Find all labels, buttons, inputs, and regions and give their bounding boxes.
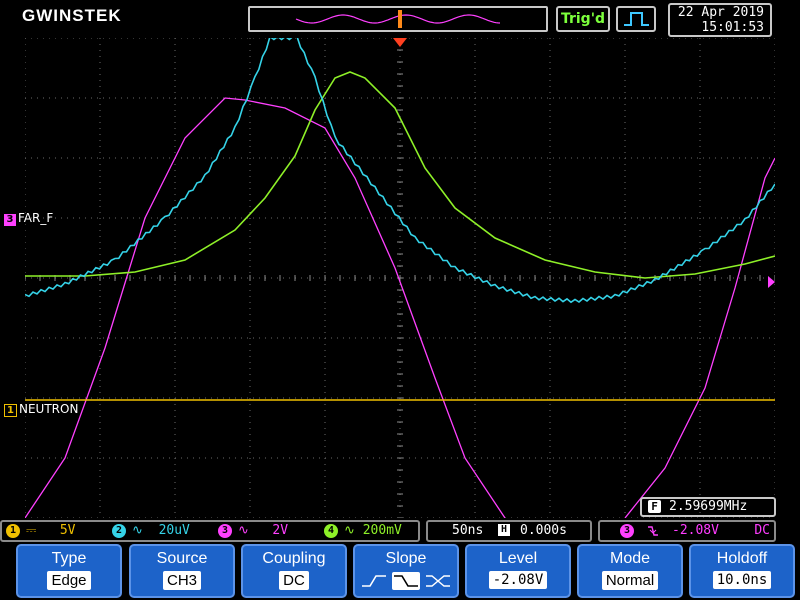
trigger-status-bar[interactable]: 3 -2.08V DC bbox=[598, 520, 776, 542]
source-value: CH3 bbox=[162, 571, 201, 590]
ch1-coupling-icon: ⎓ bbox=[26, 523, 37, 538]
timebase-position: 0.000s bbox=[520, 523, 567, 538]
falling-edge-icon bbox=[648, 526, 658, 536]
ch1-scale: 5V bbox=[59, 523, 76, 538]
ch2-status[interactable]: 2 ∿ 20uV bbox=[112, 522, 190, 540]
frequency-value: 2.59699MHz bbox=[669, 499, 748, 514]
ch1-ground-marker[interactable]: 1 NEUTRON bbox=[4, 402, 78, 417]
trigger-position-marker[interactable] bbox=[393, 38, 407, 47]
horizontal-position-icon: H bbox=[498, 524, 510, 536]
ch3-label: FAR_F bbox=[18, 211, 54, 225]
ch4-status[interactable]: 4 ∿ 200mV bbox=[324, 522, 402, 540]
level-label: Level bbox=[498, 550, 538, 567]
brand-logo: GWINSTEK bbox=[22, 6, 122, 25]
ch3-coupling-icon: ∿ bbox=[238, 523, 249, 538]
ch1-label: NEUTRON bbox=[19, 402, 79, 416]
date-text: 22 Apr 2019 bbox=[677, 5, 764, 20]
memory-overview-waveform bbox=[295, 10, 501, 28]
trigger-level-readout: -2.08V bbox=[672, 523, 719, 538]
coupling-value: DC bbox=[279, 571, 309, 590]
ch4-scale: 200mV bbox=[362, 523, 402, 538]
ch4-trace bbox=[25, 71, 775, 279]
ch1-status[interactable]: 1 ⎓ 5V bbox=[6, 522, 76, 540]
ch3-number: 3 bbox=[4, 214, 16, 226]
ch2-coupling-icon: ∿ bbox=[132, 523, 143, 538]
ch1-number: 1 bbox=[4, 404, 17, 417]
view-window-marker bbox=[398, 10, 402, 28]
ch3-scale: 2V bbox=[272, 523, 289, 538]
time-text: 15:01:53 bbox=[701, 20, 764, 35]
ch2-badge: 2 bbox=[112, 524, 126, 538]
holdoff-label: Holdoff bbox=[716, 550, 768, 567]
waveform-display[interactable] bbox=[25, 38, 775, 518]
date-time-display: 22 Apr 2019 15:01:53 bbox=[668, 3, 772, 37]
slope-softkey[interactable]: Slope bbox=[353, 544, 459, 598]
frequency-icon: F bbox=[648, 500, 661, 513]
ch3-badge: 3 bbox=[218, 524, 232, 538]
mode-value: Normal bbox=[601, 571, 659, 590]
trigger-source-badge: 3 bbox=[620, 524, 634, 538]
channel-status-bar: 1 ⎓ 5V 2 ∿ 20uV 3 ∿ 2V 4 ∿ 200mV bbox=[0, 520, 420, 542]
mode-softkey[interactable]: Mode Normal bbox=[577, 544, 683, 598]
graticule bbox=[25, 38, 775, 518]
mode-label: Mode bbox=[609, 550, 651, 567]
acquire-mode-icon[interactable] bbox=[616, 6, 656, 32]
memory-overview-bar[interactable] bbox=[248, 6, 548, 32]
ch1-badge: 1 bbox=[6, 524, 20, 538]
level-value: -2.08V bbox=[488, 571, 548, 589]
coupling-softkey[interactable]: Coupling DC bbox=[241, 544, 347, 598]
holdoff-softkey[interactable]: Holdoff 10.0ns bbox=[689, 544, 795, 598]
type-value: Edge bbox=[47, 571, 91, 590]
level-softkey[interactable]: Level -2.08V bbox=[465, 544, 571, 598]
source-label: Source bbox=[156, 550, 208, 567]
holdoff-value: 10.0ns bbox=[712, 571, 772, 589]
source-softkey[interactable]: Source CH3 bbox=[129, 544, 235, 598]
ch4-badge: 4 bbox=[324, 524, 338, 538]
timebase-status[interactable]: 50ns H 0.000s bbox=[426, 520, 592, 542]
either-slope-icon[interactable] bbox=[424, 572, 452, 590]
ch3-ground-marker[interactable]: 3 FAR_F bbox=[4, 211, 53, 226]
type-softkey[interactable]: Type Edge bbox=[16, 544, 122, 598]
falling-slope-icon[interactable] bbox=[392, 571, 420, 590]
ch3-status[interactable]: 3 ∿ 2V bbox=[218, 522, 288, 540]
rising-slope-icon[interactable] bbox=[360, 572, 388, 590]
ch2-scale: 20uV bbox=[158, 523, 190, 538]
trigger-coupling-readout: DC bbox=[754, 523, 770, 538]
type-label: Type bbox=[51, 550, 87, 567]
trigger-level-marker[interactable] bbox=[768, 276, 775, 288]
ch4-coupling-icon: ∿ bbox=[344, 523, 355, 538]
coupling-label: Coupling bbox=[262, 550, 326, 567]
timebase-scale: 50ns bbox=[452, 523, 484, 538]
trigger-status: Trig'd bbox=[556, 6, 610, 32]
frequency-readout: F 2.59699MHz bbox=[640, 497, 776, 517]
slope-label: Slope bbox=[385, 550, 427, 567]
